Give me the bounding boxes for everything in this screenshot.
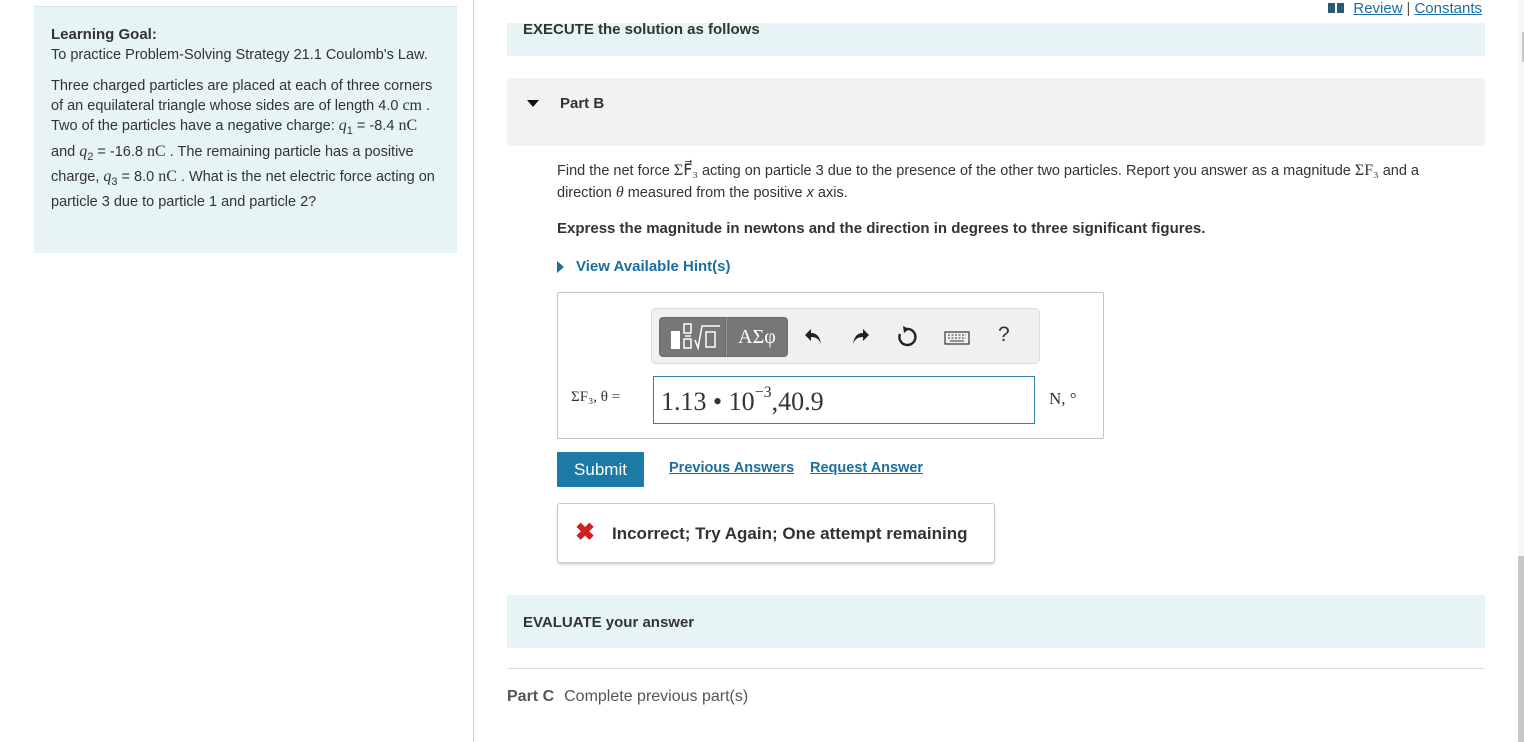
learning-goal-panel: Learning Goal: To practice Problem-Solvi…: [34, 6, 457, 253]
link-separator: |: [1406, 0, 1411, 17]
section-divider: [507, 668, 1485, 669]
top-links: Review | Constants: [1328, 0, 1482, 17]
toolbar-button-group: ΑΣφ: [659, 317, 788, 357]
answer-label: ΣF₃, θ =: [571, 389, 621, 405]
theta-symbol: θ: [615, 184, 624, 201]
unit-nc-1: nC: [398, 117, 418, 135]
problem-text-3: and: [51, 143, 80, 160]
sigma-f3-magnitude: ΣF₃: [1354, 162, 1379, 179]
learning-goal-text: To practice Problem-Solving Strategy 21.…: [51, 47, 428, 63]
collapse-caret-icon[interactable]: [527, 100, 539, 107]
answer-exponent: −3: [754, 384, 772, 401]
feedback-box: ✖ Incorrect; Try Again; One attempt rema…: [557, 503, 995, 563]
answer-direction: ,40.9: [771, 387, 824, 416]
part-c-label: Part C: [507, 688, 555, 705]
question-text-b: acting on particle 3 due to the presence…: [697, 163, 1355, 179]
question-text-e: axis.: [813, 185, 848, 201]
express-instruction: Express the magnitude in newtons and the…: [557, 220, 1206, 237]
answer-units: N, °: [1049, 389, 1077, 408]
part-b-label: Part B: [560, 95, 605, 112]
review-link[interactable]: Review: [1353, 0, 1402, 17]
submit-button[interactable]: Submit: [557, 452, 644, 487]
part-b-question: Find the net force ΣF⃗₃ acting on partic…: [557, 160, 1477, 204]
problem-text-1: Three charged particles are placed at ea…: [51, 78, 433, 115]
part-c-status: Complete previous part(s): [564, 688, 749, 705]
undo-icon[interactable]: [802, 325, 824, 347]
help-button[interactable]: ?: [998, 323, 1010, 347]
part-c-row: Part C Complete previous part(s): [507, 688, 748, 706]
reset-icon[interactable]: [895, 325, 919, 349]
unit-nc-2: nC: [146, 142, 166, 160]
templates-button[interactable]: [659, 317, 726, 357]
column-divider: [473, 0, 474, 742]
answer-input[interactable]: 1.13 • 10−3,40.9: [653, 376, 1035, 424]
expand-caret-icon: [557, 260, 564, 273]
answer-box: ΑΣφ ? ΣF₃, θ = 1.13 • 10−3,40.9 N, °: [557, 292, 1104, 439]
view-hints-toggle[interactable]: View Available Hint(s): [557, 258, 731, 275]
incorrect-x-icon: ✖: [575, 519, 596, 546]
view-hints-label[interactable]: View Available Hint(s): [576, 258, 731, 275]
execute-heading: EXECUTE the solution as follows: [523, 21, 760, 38]
sigma-f3-vector: ΣF⃗₃: [673, 162, 698, 179]
x-symbol: x: [806, 185, 814, 201]
problem-statement: Three charged particles are placed at ea…: [51, 76, 441, 212]
previous-answers-link[interactable]: Previous Answers: [669, 460, 794, 476]
q2-value: = -16.8: [93, 143, 147, 160]
q3-value: = 8.0: [117, 168, 159, 185]
templates-icon: [671, 323, 720, 351]
feedback-text: Incorrect; Try Again; One attempt remain…: [612, 524, 968, 543]
keyboard-icon[interactable]: [944, 331, 970, 345]
unit-cm: cm: [402, 97, 422, 115]
answer-mantissa: 1.13 • 10: [661, 387, 755, 416]
constants-link[interactable]: Constants: [1414, 0, 1482, 17]
unit-nc-3: nC: [158, 167, 177, 185]
question-text-d: measured from the positive: [623, 185, 807, 201]
request-answer-link[interactable]: Request Answer: [810, 460, 923, 476]
question-text-a: Find the net force: [557, 163, 674, 179]
book-icon: [1328, 3, 1345, 14]
greek-symbols-button[interactable]: ΑΣφ: [726, 317, 788, 357]
learning-goal-title: Learning Goal:: [51, 26, 157, 43]
part-b-header[interactable]: [507, 78, 1485, 146]
q1-value: = -8.4: [352, 118, 399, 135]
evaluate-heading: EVALUATE your answer: [523, 614, 695, 631]
math-toolbar: ΑΣφ ?: [651, 308, 1040, 364]
q1-symbol: q: [338, 117, 347, 135]
scrollbar-thumb[interactable]: [1518, 556, 1524, 742]
redo-icon[interactable]: [850, 325, 872, 347]
